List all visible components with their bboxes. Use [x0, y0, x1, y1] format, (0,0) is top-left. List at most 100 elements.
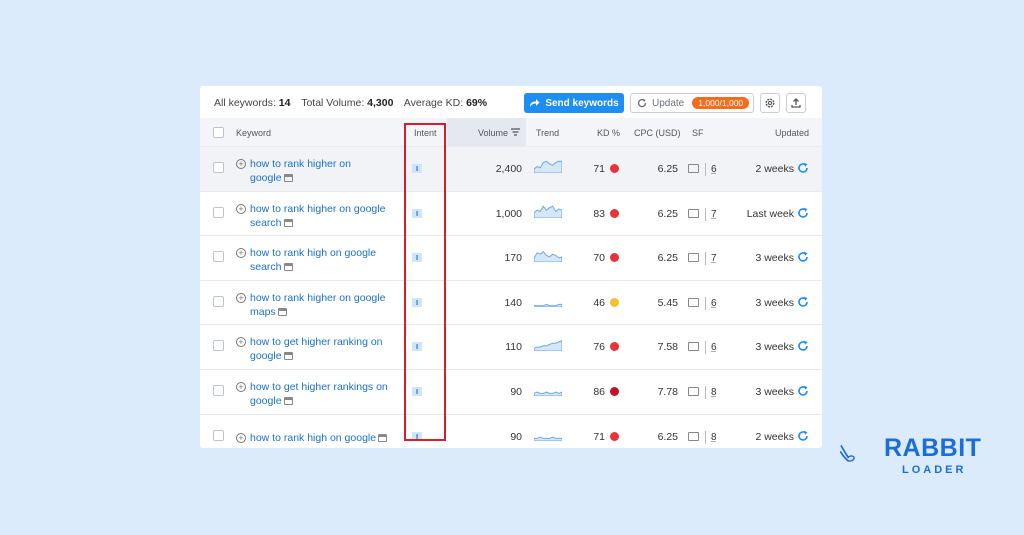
table-row[interactable]: + how to rank higher on google I 2,400 71 6.25…: [200, 146, 822, 191]
serp-features-icon[interactable]: [688, 164, 699, 173]
table-row[interactable]: + how to rank higher on google search I 1,00…: [200, 190, 822, 236]
refresh-icon[interactable]: [797, 385, 809, 397]
serp-preview-icon[interactable]: [277, 307, 287, 316]
export-button[interactable]: [786, 93, 806, 113]
kd-value: 76: [593, 341, 605, 354]
sf-divider: [705, 430, 706, 444]
table-row[interactable]: + how to rank high on google search I 170 70 6…: [200, 235, 822, 280]
keyword-link[interactable]: how to rank high on google: [250, 431, 395, 445]
add-keyword-icon[interactable]: +: [236, 248, 246, 259]
add-keyword-icon[interactable]: +: [236, 203, 246, 214]
column-kd[interactable]: KD %: [597, 128, 620, 138]
keyword-link[interactable]: how to rank higher on google maps: [250, 291, 395, 319]
cpc-value: 6.25: [657, 430, 678, 443]
serp-features-icon[interactable]: [688, 387, 699, 396]
update-limit-badge: 1,000/1,000: [692, 97, 750, 109]
column-trend[interactable]: Trend: [536, 128, 559, 138]
serp-preview-icon[interactable]: [378, 433, 388, 442]
column-volume[interactable]: Volume: [478, 128, 508, 138]
sf-count[interactable]: 6: [711, 164, 717, 175]
updated-value: Last week: [746, 207, 794, 220]
update-button[interactable]: Update 1,000/1,000: [630, 93, 754, 113]
serp-preview-icon[interactable]: [283, 218, 293, 227]
kd-value: 70: [593, 252, 605, 265]
keyword-link[interactable]: how to rank high on google search: [250, 246, 395, 274]
gear-icon: [765, 98, 775, 108]
keyword-link[interactable]: how to rank higher on google search: [250, 202, 395, 230]
kd-difficulty-dot: [610, 164, 619, 173]
cpc-value: 6.25: [657, 163, 678, 175]
add-keyword-icon[interactable]: +: [236, 337, 246, 348]
serp-preview-icon[interactable]: [283, 263, 293, 272]
sf-count[interactable]: 7: [711, 209, 717, 220]
kd-value: 86: [593, 386, 605, 398]
all-keywords-label: All keywords:: [214, 97, 276, 109]
serp-features-icon[interactable]: [688, 342, 699, 352]
keyword-link[interactable]: how to get higher ranking on google: [250, 335, 395, 363]
keyword-link[interactable]: how to get higher rankings on google: [250, 380, 395, 408]
serp-features-icon[interactable]: [688, 297, 699, 307]
serp-features-icon[interactable]: [688, 431, 699, 441]
sf-count[interactable]: 7: [711, 253, 717, 264]
column-keyword[interactable]: Keyword: [236, 128, 271, 138]
summary-bar: All keywords: 14 Total Volume: 4,300 Ave…: [200, 86, 822, 118]
serp-preview-icon[interactable]: [283, 397, 293, 405]
row-checkbox[interactable]: [213, 162, 224, 173]
row-checkbox[interactable]: [213, 429, 224, 441]
settings-button[interactable]: [760, 93, 780, 113]
keyword-text: how to rank higher on google: [250, 291, 386, 304]
column-updated[interactable]: Updated: [775, 128, 809, 138]
row-checkbox[interactable]: [213, 251, 224, 263]
refresh-icon[interactable]: [797, 207, 809, 219]
row-checkbox[interactable]: [213, 385, 224, 396]
volume-value: 110: [505, 341, 522, 354]
column-cpc[interactable]: CPC (USD): [634, 128, 681, 138]
avg-kd-label: Average KD:: [403, 97, 464, 109]
add-keyword-icon[interactable]: +: [236, 432, 246, 443]
table-header: Keyword Intent Volume Trend KD % CPC (US…: [200, 118, 822, 146]
table-row[interactable]: + how to get higher rankings on google I 90 8…: [200, 369, 822, 414]
row-checkbox[interactable]: [213, 295, 224, 307]
add-keyword-icon[interactable]: +: [236, 159, 246, 169]
keyword-text-cont: google: [250, 350, 282, 363]
keyword-link[interactable]: how to rank higher on google: [250, 157, 395, 185]
table-row[interactable]: + how to rank higher on google maps I 140 46 5…: [200, 279, 822, 325]
rabbit-ears-icon: [840, 445, 855, 462]
volume-value: 1,000: [495, 207, 522, 220]
refresh-icon[interactable]: [797, 251, 809, 263]
table-row[interactable]: + how to get higher ranking on google I 110 7…: [200, 324, 822, 369]
add-keyword-icon[interactable]: +: [236, 382, 246, 392]
sf-divider: [705, 207, 706, 221]
cpc-value: 6.25: [657, 252, 678, 265]
table-row[interactable]: + how to rank high on google I 90 71 6.25 8 2 w…: [200, 413, 822, 448]
keyword-table-panel: All keywords: 14 Total Volume: 4,300 Ave…: [200, 86, 822, 448]
volume-value: 2,400: [495, 163, 522, 175]
refresh-icon[interactable]: [797, 430, 809, 442]
sort-icon[interactable]: [511, 128, 520, 136]
updated-value: 3 weeks: [755, 386, 794, 398]
send-keywords-button[interactable]: Send keywords: [524, 93, 624, 113]
select-all-checkbox[interactable]: [213, 127, 224, 138]
add-keyword-icon[interactable]: +: [236, 292, 246, 303]
row-checkbox[interactable]: [213, 340, 224, 352]
column-sf[interactable]: SF: [692, 128, 704, 138]
total-volume-label: Total Volume:: [301, 97, 365, 109]
keyword-text: how to rank high on google: [250, 247, 377, 260]
refresh-icon[interactable]: [797, 162, 809, 174]
serp-features-icon[interactable]: [688, 208, 699, 218]
trend-sparkline: [534, 340, 562, 352]
upload-icon: [791, 98, 801, 108]
serp-preview-icon[interactable]: [283, 174, 293, 182]
sf-count[interactable]: 6: [711, 342, 717, 353]
volume-value: 90: [510, 386, 522, 398]
sf-count[interactable]: 8: [711, 387, 717, 398]
brand-name-line2: LOADER: [902, 464, 967, 476]
row-checkbox[interactable]: [213, 206, 224, 218]
sf-count[interactable]: 6: [711, 298, 717, 309]
brand-name-line1: RABBIT: [884, 434, 982, 462]
serp-features-icon[interactable]: [688, 253, 699, 263]
sf-count[interactable]: 8: [711, 432, 717, 443]
refresh-icon[interactable]: [797, 296, 809, 308]
serp-preview-icon[interactable]: [283, 352, 293, 361]
refresh-icon[interactable]: [797, 340, 809, 352]
